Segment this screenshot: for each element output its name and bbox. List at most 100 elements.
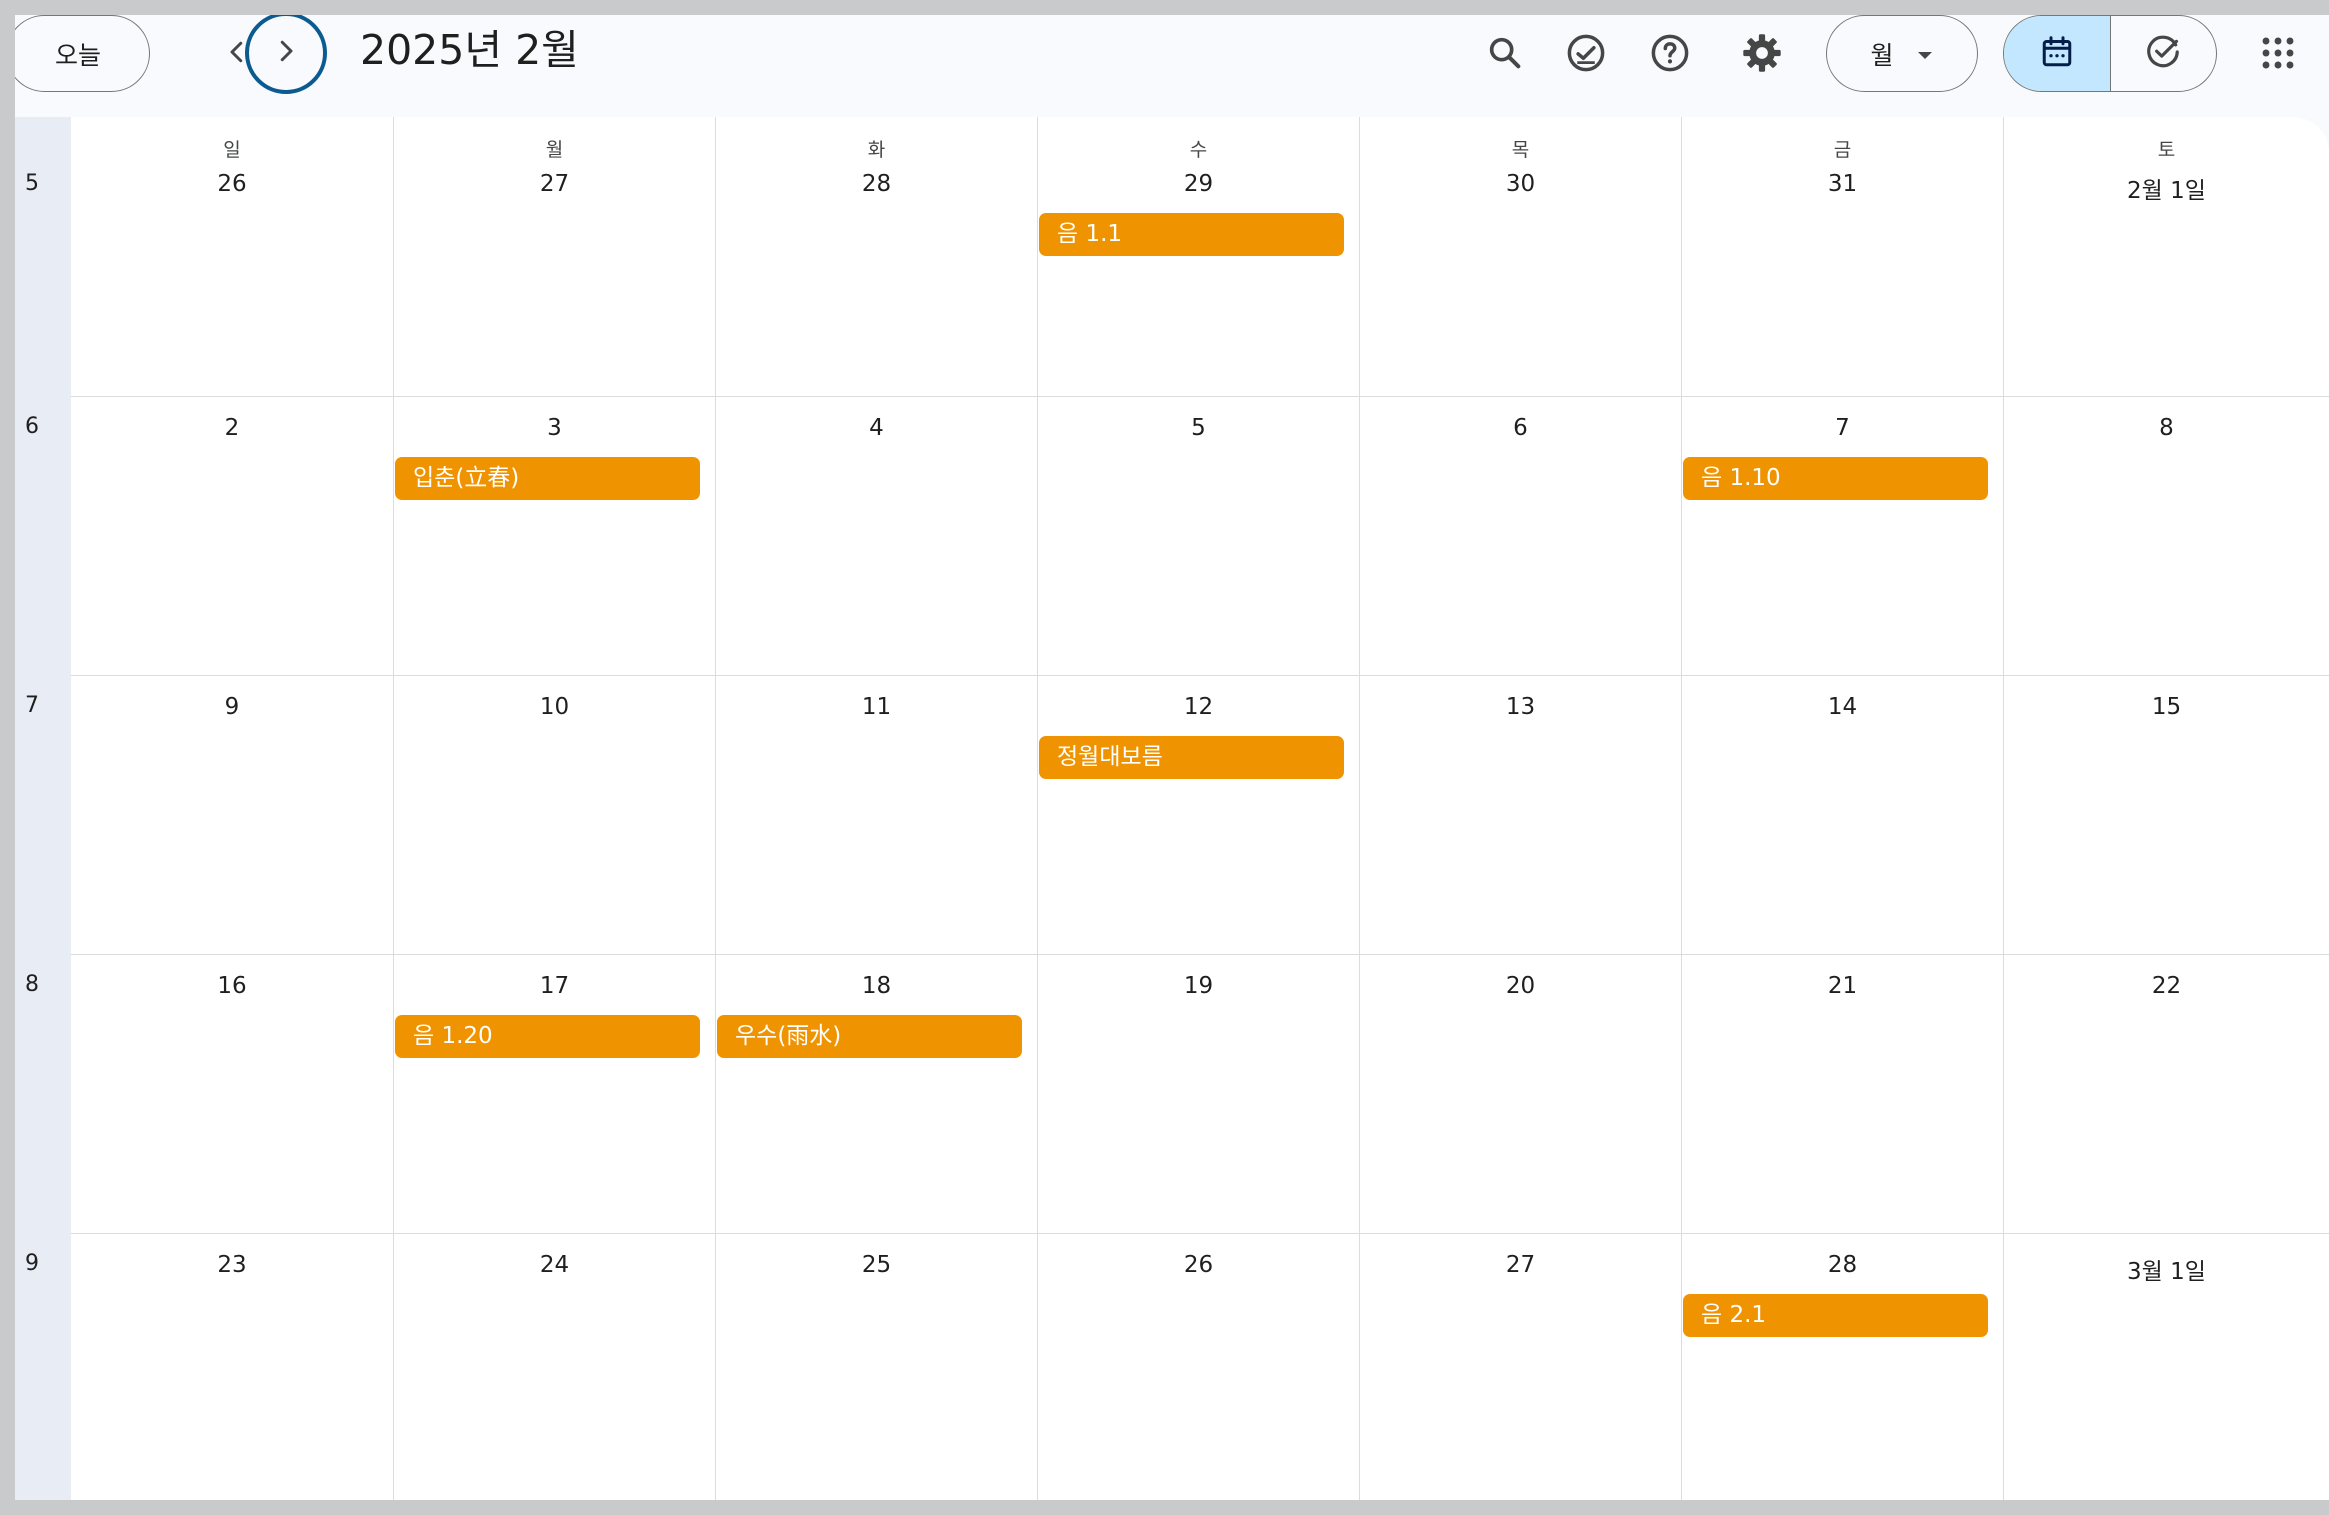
day-number[interactable]: 27 <box>394 171 715 197</box>
day-of-week-header: 화 <box>867 139 886 161</box>
day-cell[interactable]: 6 <box>1359 396 1681 675</box>
day-cell[interactable]: 7 음 1.10 <box>1681 396 2003 675</box>
week-number[interactable]: 5 <box>15 171 49 196</box>
day-cell[interactable]: 12 정월대보름 <box>1037 675 1359 954</box>
event-chip[interactable]: 음 1.1 <box>1039 213 1344 256</box>
day-number[interactable]: 20 <box>1360 973 1681 999</box>
day-of-week-header: 수 <box>1189 139 1208 161</box>
day-cell[interactable]: 9 <box>71 675 393 954</box>
event-chip[interactable]: 우수(雨水) <box>717 1015 1022 1058</box>
today-button[interactable]: 오늘 <box>15 15 150 92</box>
day-number[interactable]: 21 <box>1682 973 2003 999</box>
tasks-status-button[interactable] <box>1558 27 1614 83</box>
day-cell[interactable]: 19 <box>1037 954 1359 1233</box>
day-cell[interactable]: 15 <box>2003 675 2329 954</box>
day-cell[interactable]: 일 26 <box>71 117 393 396</box>
calendar-app: 오늘 2025년 2월 월 5 6 7 8 9 일 26 월 27 화 28 수… <box>15 15 2329 1500</box>
day-cell[interactable]: 4 <box>715 396 1037 675</box>
day-cell[interactable]: 금 31 <box>1681 117 2003 396</box>
day-number[interactable]: 27 <box>1360 1252 1681 1278</box>
day-cell[interactable]: 3 입춘(立春) <box>393 396 715 675</box>
day-number[interactable]: 29 <box>1038 171 1359 197</box>
day-number[interactable]: 15 <box>2004 694 2329 720</box>
day-cell[interactable]: 20 <box>1359 954 1681 1233</box>
day-number[interactable]: 7 <box>1682 415 2003 441</box>
day-cell[interactable]: 10 <box>393 675 715 954</box>
week-number[interactable]: 6 <box>15 414 49 439</box>
day-number[interactable]: 24 <box>394 1252 715 1278</box>
day-number[interactable]: 9 <box>71 694 393 720</box>
next-month-button[interactable] <box>245 15 327 94</box>
week-number[interactable]: 9 <box>15 1251 49 1276</box>
day-number[interactable]: 10 <box>394 694 715 720</box>
day-cell[interactable]: 13 <box>1359 675 1681 954</box>
day-number[interactable]: 19 <box>1038 973 1359 999</box>
event-chip[interactable]: 입춘(立春) <box>395 457 700 500</box>
settings-button[interactable] <box>1734 27 1790 83</box>
day-cell[interactable]: 수 29 음 1.1 <box>1037 117 1359 396</box>
day-cell[interactable]: 11 <box>715 675 1037 954</box>
dropdown-arrow-icon <box>1916 39 1934 68</box>
search-button[interactable] <box>1477 27 1533 83</box>
day-cell[interactable]: 2 <box>71 396 393 675</box>
tasks-view-button[interactable] <box>2109 16 2217 91</box>
week-number[interactable]: 8 <box>15 972 49 997</box>
day-number[interactable]: 28 <box>1682 1252 2003 1278</box>
day-number[interactable]: 2월 1일 <box>2004 171 2329 205</box>
day-cell[interactable]: 토 2월 1일 <box>2003 117 2329 396</box>
calendar-view-button[interactable] <box>2004 16 2110 91</box>
day-number[interactable]: 3월 1일 <box>2004 1252 2329 1286</box>
day-cell[interactable]: 25 <box>715 1233 1037 1500</box>
event-chip[interactable]: 음 2.1 <box>1683 1294 1988 1337</box>
day-number[interactable]: 17 <box>394 973 715 999</box>
day-cell[interactable]: 월 27 <box>393 117 715 396</box>
day-number[interactable]: 8 <box>2004 415 2329 441</box>
day-number[interactable]: 4 <box>716 415 1037 441</box>
day-cell[interactable]: 목 30 <box>1359 117 1681 396</box>
day-cell[interactable]: 22 <box>2003 954 2329 1233</box>
day-number[interactable]: 26 <box>1038 1252 1359 1278</box>
day-cell[interactable]: 8 <box>2003 396 2329 675</box>
day-number[interactable]: 25 <box>716 1252 1037 1278</box>
day-number[interactable]: 16 <box>71 973 393 999</box>
event-chip[interactable]: 음 1.20 <box>395 1015 700 1058</box>
day-cell[interactable]: 24 <box>393 1233 715 1500</box>
event-chip[interactable]: 음 1.10 <box>1683 457 1988 500</box>
day-cell[interactable]: 16 <box>71 954 393 1233</box>
day-number[interactable]: 14 <box>1682 694 2003 720</box>
day-cell[interactable]: 3월 1일 <box>2003 1233 2329 1500</box>
day-cell[interactable]: 26 <box>1037 1233 1359 1500</box>
day-number[interactable]: 18 <box>716 973 1037 999</box>
day-number[interactable]: 31 <box>1682 171 2003 197</box>
day-cell[interactable]: 28 음 2.1 <box>1681 1233 2003 1500</box>
day-number[interactable]: 6 <box>1360 415 1681 441</box>
apps-button[interactable] <box>2250 27 2306 83</box>
day-of-week-header: 일 <box>223 139 241 161</box>
month-title: 2025년 2월 <box>360 26 579 74</box>
day-number[interactable]: 13 <box>1360 694 1681 720</box>
day-cell[interactable]: 화 28 <box>715 117 1037 396</box>
view-select[interactable]: 월 <box>1826 15 1978 92</box>
day-cell[interactable]: 21 <box>1681 954 2003 1233</box>
day-number[interactable]: 5 <box>1038 415 1359 441</box>
day-cell[interactable]: 5 <box>1037 396 1359 675</box>
day-number[interactable]: 23 <box>71 1252 393 1278</box>
day-number[interactable]: 3 <box>394 415 715 441</box>
week-number[interactable]: 7 <box>15 693 49 718</box>
day-cell[interactable]: 23 <box>71 1233 393 1500</box>
day-number[interactable]: 30 <box>1360 171 1681 197</box>
day-number[interactable]: 12 <box>1038 694 1359 720</box>
day-number[interactable]: 22 <box>2004 973 2329 999</box>
day-cell[interactable]: 14 <box>1681 675 2003 954</box>
day-number[interactable]: 11 <box>716 694 1037 720</box>
day-cell[interactable]: 18 우수(雨水) <box>715 954 1037 1233</box>
event-chip[interactable]: 정월대보름 <box>1039 736 1344 779</box>
day-number[interactable]: 28 <box>716 171 1037 197</box>
day-of-week-header: 토 <box>2157 139 2176 161</box>
day-cell[interactable]: 27 <box>1359 1233 1681 1500</box>
help-button[interactable] <box>1642 27 1698 83</box>
day-number[interactable]: 26 <box>71 171 393 197</box>
day-number[interactable]: 2 <box>71 415 393 441</box>
day-of-week-header: 목 <box>1511 139 1530 161</box>
day-cell[interactable]: 17 음 1.20 <box>393 954 715 1233</box>
